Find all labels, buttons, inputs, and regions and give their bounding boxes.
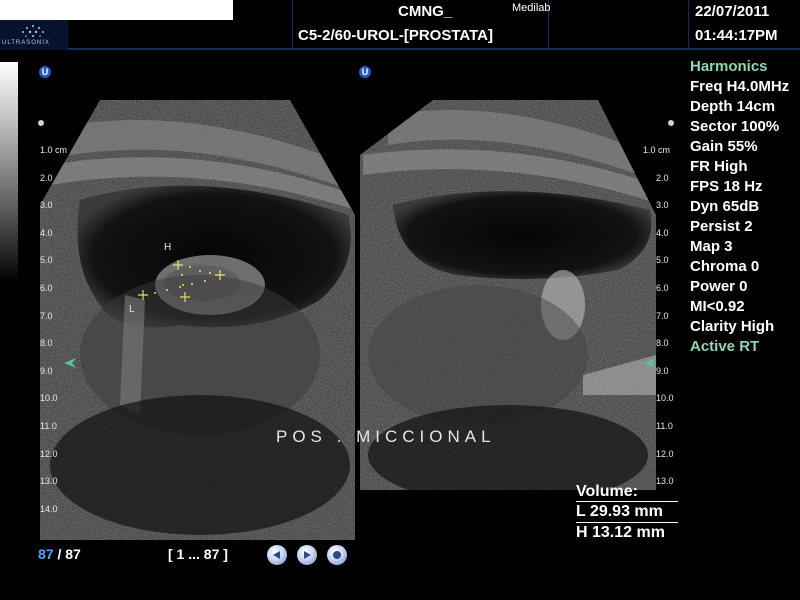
parameter-item: FPS 18 Hz	[690, 178, 763, 195]
depth-mark: 8.0	[656, 338, 669, 349]
depth-mark: 5.0	[656, 255, 669, 266]
current-frame: 87	[38, 546, 54, 562]
depth-mark: 11.0	[656, 421, 673, 431]
brand-name: ULTRASONIX	[2, 40, 50, 46]
measurement-length: L 29.93 mm	[576, 501, 678, 522]
depth-mark: 12.0	[40, 448, 58, 459]
parameter-item: Active RT	[690, 338, 760, 355]
parameter-item: Freq H4.0MHz	[690, 78, 790, 95]
exam-preset: C5-2/60-UROL-[PROSTATA]	[298, 27, 493, 44]
frame-counter: 87 / 87	[38, 546, 81, 562]
institution-name: Medilab	[512, 2, 551, 14]
cine-range[interactable]: [ 1 ... 87 ]	[168, 546, 228, 562]
rewind-button[interactable]	[267, 545, 287, 565]
parameter-item: Map 3	[690, 238, 733, 255]
exam-time: 01:44:17PM	[695, 27, 778, 44]
total-frames: / 87	[53, 546, 81, 562]
rewind-icon	[273, 551, 280, 559]
header-underline	[68, 48, 800, 50]
depth-mark: 1.0 cm	[40, 145, 68, 155]
parameter-item: Gain 55%	[690, 138, 758, 155]
depth-mark: 13.0	[40, 476, 58, 487]
depth-mark: 10.0	[40, 393, 58, 404]
depth-mark: 4.0	[656, 227, 669, 238]
depth-mark: 3.0	[40, 200, 53, 211]
depth-mark: 7.0	[656, 310, 669, 321]
volume-measurement-box: Volume: L 29.93 mm H 13.12 mm	[576, 482, 678, 543]
header-bar: ULTRASONIX CMNG_ Medilab C5-2/60-UROL-[P…	[0, 0, 800, 50]
depth-mark: 10.0	[656, 393, 674, 404]
depth-mark: 2.0	[40, 172, 53, 183]
imaging-parameters-panel: Harmonics Freq H4.0MHz Depth 14cm Sector 10…	[690, 57, 800, 357]
measurement-height: H 13.12 mm	[576, 522, 678, 543]
image-annotation: POS . MICCIONAL	[276, 427, 496, 446]
depth-mark: 2.0	[656, 172, 669, 183]
depth-mark: 5.0	[40, 255, 53, 266]
grayscale-bar	[0, 62, 18, 282]
depth-mark: 14.0	[40, 503, 58, 514]
parameter-item: FR High	[690, 158, 748, 175]
parameter-item: Sector 100%	[690, 118, 780, 135]
brand-logo: ULTRASONIX	[0, 20, 68, 50]
stop-button[interactable]	[327, 545, 347, 565]
left-ultrasound-image	[40, 100, 355, 540]
stop-icon	[333, 551, 341, 559]
parameter-item: Clarity High	[690, 318, 775, 335]
focus-arrow-icon	[644, 358, 656, 368]
parameter-item: Power 0	[690, 278, 748, 295]
depth-mark: 9.0	[40, 365, 53, 376]
parameter-item: MI<0.92	[690, 298, 745, 315]
parameter-item: Persist 2	[690, 218, 753, 235]
parameter-item: Dyn 65dB	[690, 198, 760, 215]
logo-dots-icon	[22, 25, 44, 37]
caliper-l-label: L	[129, 304, 135, 315]
play-button[interactable]	[297, 545, 317, 565]
exam-date: 22/07/2011	[695, 3, 770, 20]
depth-mark: 1.0 cm	[643, 145, 671, 155]
header-divider	[688, 0, 689, 48]
depth-mark: 6.0	[40, 283, 53, 293]
depth-mark: 8.0	[40, 338, 53, 349]
depth-mark: 6.0	[656, 283, 669, 293]
parameter-item: Depth 14cm	[690, 98, 776, 115]
depth-mark: 4.0	[40, 227, 53, 238]
orientation-dot-icon	[668, 120, 674, 126]
depth-mark: 3.0	[656, 200, 669, 211]
depth-mark: 7.0	[40, 310, 53, 321]
focus-arrow-icon	[64, 358, 76, 368]
depth-mark: 9.0	[656, 365, 669, 376]
parameter-item: Chroma 0	[690, 258, 760, 275]
patient-id-field	[0, 0, 233, 20]
depth-mark: 12.0	[656, 448, 674, 459]
u-orientation-icon: U	[39, 66, 51, 78]
depth-mark: 11.0	[40, 421, 57, 431]
measurement-title: Volume:	[576, 483, 638, 500]
play-icon	[304, 551, 311, 559]
parameter-item: Harmonics	[690, 58, 768, 75]
patient-name: CMNG_	[398, 3, 453, 20]
caliper-h-label: H	[164, 242, 172, 253]
header-divider	[292, 0, 293, 48]
u-orientation-icon: U	[359, 66, 371, 78]
